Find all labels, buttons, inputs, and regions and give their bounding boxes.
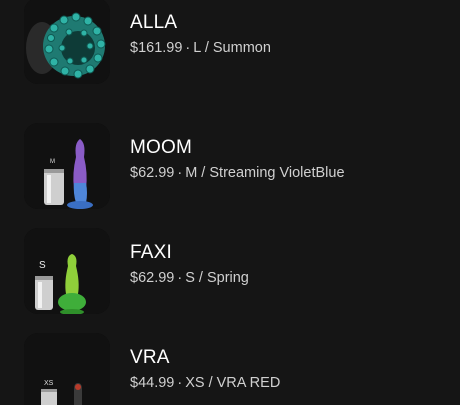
product-variant: M / Streaming VioletBlue xyxy=(185,165,345,181)
product-name: FAXI xyxy=(130,242,172,263)
green-tentacle-ring-image xyxy=(24,0,110,84)
red-toy-with-can-image: XS xyxy=(24,333,110,405)
product-price: $161.99 xyxy=(130,40,183,56)
green-toy-with-can-image: S xyxy=(24,228,110,314)
cart-item-faxi[interactable]: S FAXI $62.99 · S / Spring xyxy=(24,228,444,318)
product-price: $44.99 xyxy=(130,375,175,391)
meta-separator: · xyxy=(177,165,183,181)
product-thumbnail[interactable]: XS xyxy=(24,333,110,405)
size-tag: XS xyxy=(44,380,54,387)
product-meta: $62.99 · M / Streaming VioletBlue xyxy=(130,164,345,182)
meta-separator: · xyxy=(177,270,183,286)
product-name: MOOM xyxy=(130,137,193,158)
cart-item-list: ALLA $161.99 · L / Summon M MOOM $62.99 · M … xyxy=(0,0,460,405)
meta-separator: · xyxy=(177,375,183,391)
product-info: MOOM $62.99 · M / Streaming VioletBlue xyxy=(130,137,345,182)
product-variant: XS / VRA RED xyxy=(185,375,281,391)
product-thumbnail[interactable]: S xyxy=(24,228,110,314)
cart-item-alla[interactable]: ALLA $161.99 · L / Summon xyxy=(24,0,444,88)
product-info: VRA $44.99 · XS / VRA RED xyxy=(130,347,280,392)
product-variant: L / Summon xyxy=(193,40,271,56)
product-name: ALLA xyxy=(130,12,178,33)
product-name: VRA xyxy=(130,347,170,368)
product-variant: S / Spring xyxy=(185,270,249,286)
product-price: $62.99 xyxy=(130,270,175,286)
product-meta: $44.99 · XS / VRA RED xyxy=(130,374,280,392)
meta-separator: · xyxy=(185,40,191,56)
violet-blue-toy-with-can-image: M xyxy=(24,123,110,209)
product-meta: $62.99 · S / Spring xyxy=(130,269,249,287)
cart-item-vra[interactable]: XS VRA $44.99 · XS / VRA RED xyxy=(24,333,444,405)
product-info: FAXI $62.99 · S / Spring xyxy=(130,242,249,287)
cart-item-moom[interactable]: M MOOM $62.99 · M / Streaming VioletBlue xyxy=(24,123,444,213)
size-tag: M xyxy=(50,159,55,165)
product-price: $62.99 xyxy=(130,165,175,181)
product-thumbnail[interactable] xyxy=(24,0,110,84)
product-thumbnail[interactable]: M xyxy=(24,123,110,209)
product-meta: $161.99 · L / Summon xyxy=(130,39,271,57)
product-info: ALLA $161.99 · L / Summon xyxy=(130,12,271,57)
size-tag: S xyxy=(39,260,46,271)
